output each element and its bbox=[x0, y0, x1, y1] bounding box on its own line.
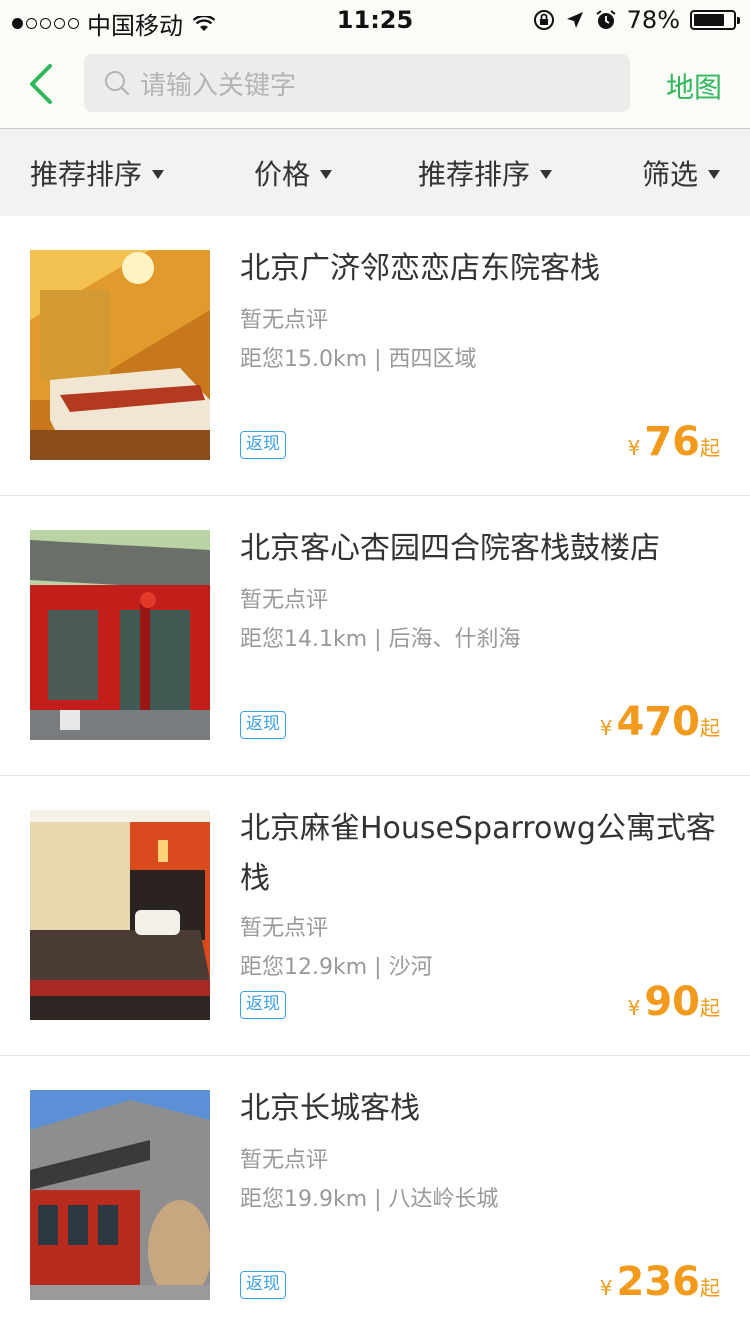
hotel-photo bbox=[30, 1090, 210, 1300]
location-arrow-icon bbox=[566, 12, 583, 28]
hotel-list: 北京广济邻恋恋店东院客栈 暂无点评 距您15.0km | 西四区域 返现 ¥ 7… bbox=[0, 216, 750, 1336]
distance-text: 距您15.0km | 西四区域 bbox=[240, 347, 477, 372]
dropdown-triangle-icon bbox=[708, 169, 721, 179]
price-suffix: 起 bbox=[700, 1276, 720, 1300]
hotel-photo bbox=[30, 530, 210, 740]
price: ¥ 90 起 bbox=[628, 979, 720, 1025]
price: ¥ 236 起 bbox=[600, 1259, 720, 1305]
review-text: 暂无点评 bbox=[240, 1148, 329, 1173]
rebate-badge: 返现 bbox=[240, 1271, 286, 1299]
filter-label: 筛选 bbox=[642, 158, 699, 191]
hotel-name: 北京麻雀HouseSparrowg公寓式客栈 bbox=[240, 811, 716, 896]
review-text: 暂无点评 bbox=[240, 588, 329, 613]
search-icon bbox=[105, 71, 130, 96]
price-suffix: 起 bbox=[700, 996, 720, 1020]
price-amount: 76 bbox=[644, 419, 700, 465]
hotel-list-item[interactable]: 北京长城客栈 暂无点评 距您19.9km | 八达岭长城 返现 ¥ 236 起 bbox=[0, 1056, 750, 1336]
filter-sort[interactable]: 推荐排序 bbox=[30, 153, 165, 193]
map-button[interactable]: 地图 bbox=[666, 66, 722, 106]
hotel-list-item[interactable]: 北京客心杏园四合院客栈鼓楼店 暂无点评 距您14.1km | 后海、什刹海 返现… bbox=[0, 496, 750, 776]
dropdown-triangle-icon bbox=[152, 169, 165, 179]
rebate-badge: 返现 bbox=[240, 711, 286, 739]
status-bar: 中国移动 11:25 78% bbox=[0, 0, 750, 40]
rebate-badge: 返现 bbox=[240, 991, 286, 1019]
filter-label: 推荐排序 bbox=[30, 158, 143, 191]
hotel-photo bbox=[30, 250, 210, 460]
back-arrow-icon[interactable] bbox=[22, 60, 62, 108]
hotel-name: 北京广济邻恋恋店东院客栈 bbox=[240, 251, 600, 286]
distance-text: 距您19.9km | 八达岭长城 bbox=[240, 1187, 499, 1212]
price-amount: 470 bbox=[616, 699, 701, 745]
rebate-badge: 返现 bbox=[240, 431, 286, 459]
price-suffix: 起 bbox=[700, 716, 720, 740]
review-text: 暂无点评 bbox=[240, 308, 329, 333]
filter-label: 推荐排序 bbox=[418, 158, 531, 191]
hotel-name: 北京客心杏园四合院客栈鼓楼店 bbox=[240, 531, 660, 566]
currency-symbol: ¥ bbox=[627, 996, 641, 1020]
price-suffix: 起 bbox=[700, 436, 720, 460]
hotel-list-item[interactable]: 北京广济邻恋恋店东院客栈 暂无点评 距您15.0km | 西四区域 返现 ¥ 7… bbox=[0, 216, 750, 496]
currency-symbol: ¥ bbox=[599, 716, 613, 740]
filter-price[interactable]: 价格 bbox=[254, 153, 333, 193]
status-right: 78% bbox=[533, 6, 740, 34]
rotation-lock-icon bbox=[533, 10, 554, 30]
currency-symbol: ¥ bbox=[599, 1276, 613, 1300]
battery-icon bbox=[690, 10, 740, 30]
distance-text: 距您12.9km | 沙河 bbox=[240, 955, 433, 980]
search-placeholder: 请输入关键字 bbox=[140, 70, 297, 101]
hotel-name: 北京长城客栈 bbox=[240, 1091, 420, 1126]
dropdown-triangle-icon bbox=[320, 169, 333, 179]
hotel-photo bbox=[30, 810, 210, 1020]
filter-screen[interactable]: 筛选 bbox=[642, 153, 721, 193]
review-text: 暂无点评 bbox=[240, 916, 329, 941]
nav-bar: 请输入关键字 地图 bbox=[0, 40, 750, 129]
price-amount: 90 bbox=[644, 979, 700, 1025]
distance-text: 距您14.1km | 后海、什刹海 bbox=[240, 627, 521, 652]
price: ¥ 76 起 bbox=[628, 419, 720, 465]
price: ¥ 470 起 bbox=[600, 699, 720, 745]
alarm-icon bbox=[596, 10, 616, 29]
hotel-list-item[interactable]: 北京麻雀HouseSparrowg公寓式客栈 暂无点评 距您12.9km | 沙… bbox=[0, 776, 750, 1056]
filter-recommend[interactable]: 推荐排序 bbox=[418, 153, 553, 193]
search-input[interactable]: 请输入关键字 bbox=[84, 54, 630, 112]
battery-percent: 78% bbox=[626, 6, 680, 34]
price-amount: 236 bbox=[616, 1259, 701, 1305]
currency-symbol: ¥ bbox=[627, 436, 641, 460]
filter-bar: 推荐排序 价格 推荐排序 筛选 bbox=[0, 129, 750, 216]
filter-label: 价格 bbox=[254, 158, 311, 191]
dropdown-triangle-icon bbox=[540, 169, 553, 179]
